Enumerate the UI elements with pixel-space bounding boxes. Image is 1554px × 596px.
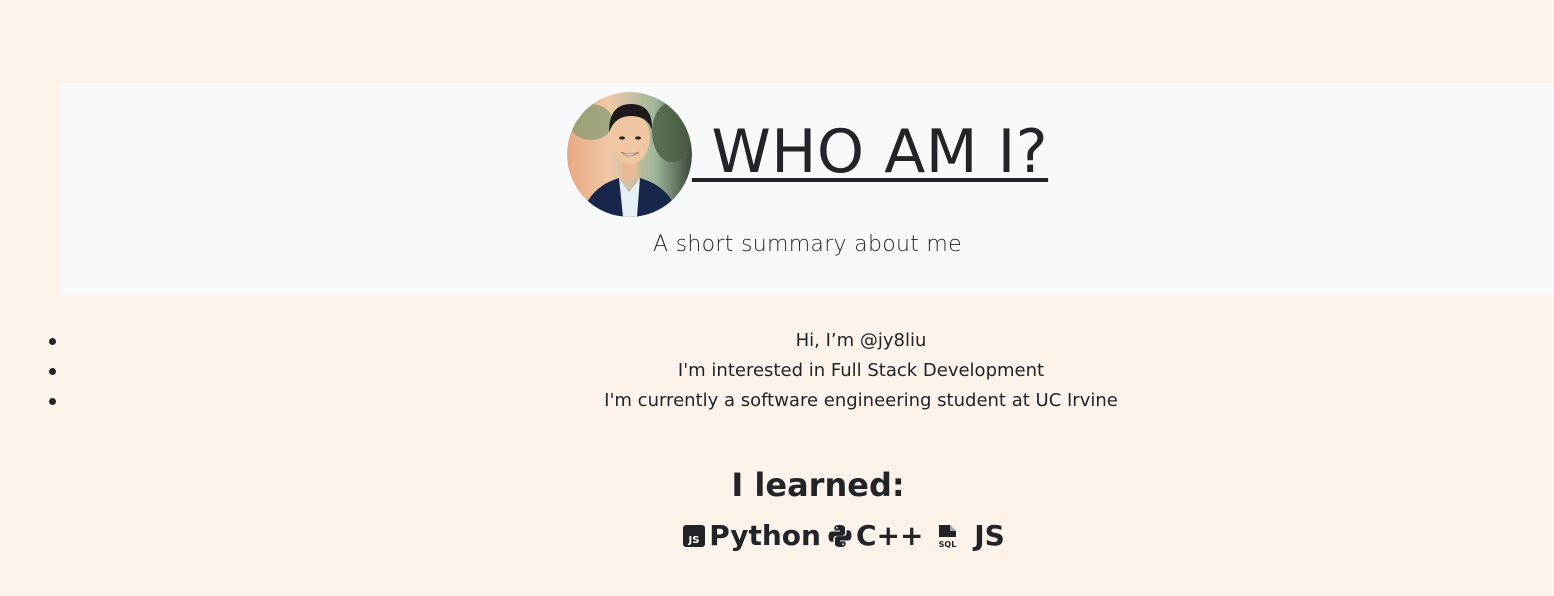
bullet-icon bbox=[49, 368, 56, 375]
skill-label: C++ bbox=[855, 519, 924, 552]
skill-label: Python bbox=[709, 519, 821, 552]
header-section: WHO AM I? A short summary about me bbox=[61, 83, 1554, 295]
about-list: Hi, I’m @jy8liu I'm interested in Full S… bbox=[0, 326, 1554, 416]
list-item: I'm interested in Full Stack Development bbox=[0, 356, 1554, 386]
list-item-text: Hi, I’m @jy8liu bbox=[795, 330, 927, 351]
sql-file-icon: SQL bbox=[939, 524, 957, 549]
skill-label: JS bbox=[964, 519, 1005, 552]
skills-row: JS Python C++ SQL JS bbox=[0, 519, 1554, 552]
svg-text:SQL: SQL bbox=[939, 540, 957, 549]
page-subtitle: A short summary about me bbox=[652, 232, 962, 257]
javascript-icon: JS bbox=[683, 524, 706, 547]
page-title-link[interactable]: WHO AM I? bbox=[692, 122, 1048, 182]
svg-text:JS: JS bbox=[688, 535, 700, 546]
title-row: WHO AM I? bbox=[61, 92, 1554, 217]
list-item-text: I'm interested in Full Stack Development bbox=[677, 360, 1045, 381]
bullet-icon bbox=[49, 338, 56, 345]
list-item-text: I'm currently a software engineering stu… bbox=[604, 390, 1118, 411]
list-item: I'm currently a software engineering stu… bbox=[0, 386, 1554, 416]
skills-heading: I learned: bbox=[731, 466, 905, 504]
avatar bbox=[566, 92, 692, 217]
python-icon bbox=[828, 524, 852, 547]
list-item: Hi, I’m @jy8liu bbox=[0, 326, 1554, 356]
bullet-icon bbox=[49, 398, 56, 405]
